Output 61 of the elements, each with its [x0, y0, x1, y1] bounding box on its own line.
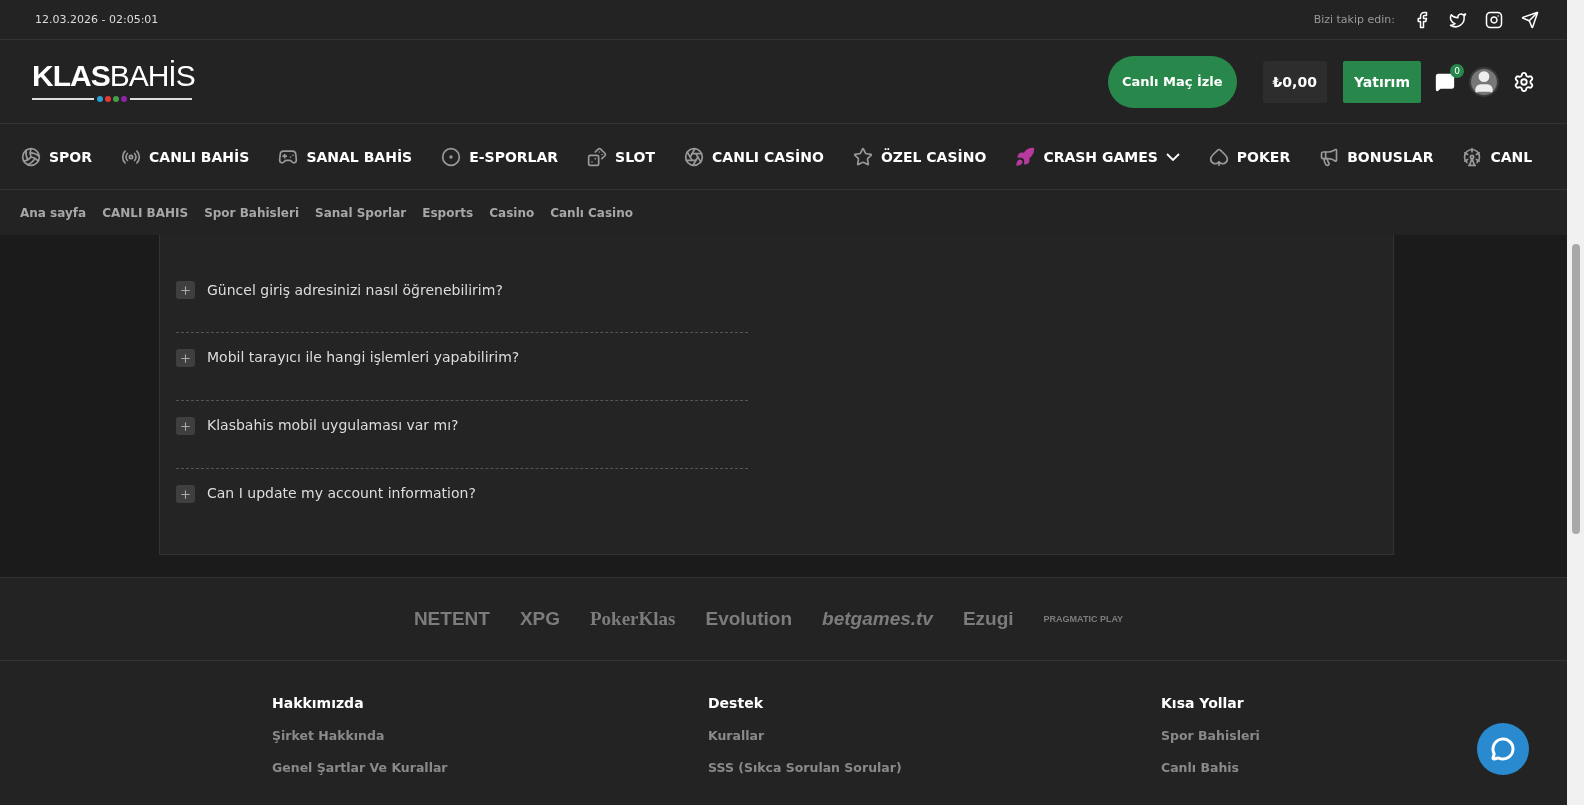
nav-item[interactable]: CANL [1462, 146, 1533, 167]
provider-logo: NETENT [413, 608, 490, 630]
footer-heading: Destek [708, 695, 764, 711]
balance[interactable]: ₺0,00 [1262, 60, 1327, 103]
ferris-wheel-icon [1462, 146, 1483, 167]
star-icon [852, 146, 873, 167]
footer-link[interactable]: Genel Şartlar Ve Kurallar [272, 760, 708, 775]
follow-label: Bizi takip edin: [1313, 13, 1395, 26]
chat-icon [1491, 737, 1515, 761]
faq-question[interactable]: Can I update my account information? [207, 485, 476, 501]
nav-item[interactable]: CRASH GAMES [1015, 146, 1180, 167]
nav-item[interactable]: POKER [1208, 146, 1291, 167]
expand-icon[interactable] [176, 485, 195, 503]
breadcrumb-link[interactable]: Esports [422, 205, 474, 220]
footer-heading: Kısa Yollar [1161, 695, 1245, 711]
nav-item[interactable]: CANLI BAHİS [121, 146, 250, 167]
dice-icon [587, 146, 608, 167]
footer-link[interactable]: Şirket Hakkında [272, 728, 708, 743]
faq-question[interactable]: Mobil tarayıcı ile hangi işlemleri yapabilirim? [207, 349, 520, 365]
expand-icon[interactable] [176, 349, 195, 367]
nav-item[interactable]: SANAL BAHİS [278, 146, 413, 167]
nav-item[interactable]: E-SPORLAR [441, 146, 559, 167]
rocket-icon [1015, 146, 1036, 167]
breadcrumb-link[interactable]: Ana sayfa [20, 205, 87, 220]
deposit-button[interactable]: Yatırım [1342, 60, 1421, 103]
footer-heading: Hakkımızda [272, 695, 365, 711]
settings-icon[interactable] [1513, 70, 1535, 93]
breadcrumb-link[interactable]: CANLI BAHIS [102, 205, 189, 220]
message-icon[interactable] [1435, 71, 1455, 92]
breadcrumb-link[interactable]: Sanal Sporlar [315, 205, 407, 220]
provider-logo: Ezugi [962, 608, 1014, 630]
nav-item[interactable]: SPOR [21, 146, 93, 167]
instagram-icon[interactable] [1485, 10, 1503, 29]
breadcrumb-link[interactable]: Casino [489, 205, 535, 220]
footer-link[interactable]: SSS (Sıkca Sorulan Sorular) [708, 760, 1161, 775]
scrollbar[interactable] [1567, 0, 1584, 805]
date-time: 12.03.2026 - 02:05:01 [35, 13, 159, 26]
live-match-button[interactable]: Canlı Maç İzle [1108, 55, 1237, 108]
faq-question[interactable]: Güncel giriş adresinizi nasıl öğrenebilirim? [207, 282, 503, 298]
footer-link[interactable]: Kurallar [708, 728, 1161, 743]
avatar[interactable] [1469, 66, 1499, 97]
provider-logo: XPG [519, 608, 560, 630]
faq-question[interactable]: Klasbahis mobil uygulaması var mı? [207, 417, 459, 433]
nav-item[interactable]: CANLI CASİNO [684, 146, 824, 167]
message-count-badge: 0 [1450, 63, 1464, 78]
footer-link[interactable]: Spor Bahisleri [1161, 728, 1567, 743]
provider-logo: PRAGMATIC PLAY [1043, 614, 1124, 624]
provider-logo: PokerKlas [590, 608, 676, 630]
breadcrumb-link[interactable]: Spor Bahisleri [204, 205, 300, 220]
expand-icon[interactable] [176, 281, 195, 299]
megaphone-icon [1319, 146, 1340, 167]
nav-item[interactable]: SLOT [587, 146, 656, 167]
provider-logo: Evolution [705, 608, 793, 630]
expand-icon[interactable] [176, 417, 195, 435]
breadcrumb-link[interactable]: Canlı Casino [550, 205, 633, 220]
logo[interactable]: KLASBAHİS [32, 60, 195, 103]
nav-item[interactable]: ÖZEL CASİNO [852, 146, 987, 167]
telegram-icon[interactable] [1521, 10, 1539, 29]
provider-logo: betgames.tv [822, 608, 933, 630]
footer-link[interactable]: Canlı Bahis [1161, 760, 1567, 775]
nav-item[interactable]: BONUSLAR [1319, 146, 1434, 167]
